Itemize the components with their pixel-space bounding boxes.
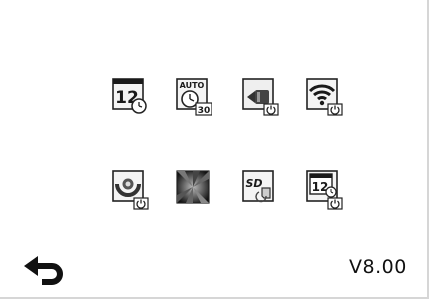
firmware-version: V8.00 <box>349 256 407 278</box>
rotate-image-button[interactable] <box>112 170 149 210</box>
auto-power-off-button[interactable]: AUTO 30 <box>176 78 212 116</box>
sd-card-format-icon: SD <box>242 170 274 203</box>
brightness-contrast-icon <box>176 170 210 204</box>
flashlight-setting-button[interactable] <box>242 78 279 116</box>
date-time-power-icon: 12 <box>306 170 343 210</box>
wifi-power-icon <box>306 78 343 116</box>
settings-screen: 12 AUTO 30 SD 12 V8.00 <box>0 0 429 299</box>
flashlight-power-icon <box>242 78 279 116</box>
rotate-image-power-icon <box>112 170 149 210</box>
timer-badge: 30 <box>198 106 211 116</box>
return-arrow-icon <box>24 256 63 285</box>
sd-label: SD <box>245 177 262 190</box>
date-time-setting-button[interactable]: 12 <box>306 170 343 210</box>
wifi-setting-button[interactable] <box>306 78 343 116</box>
brightness-setting-button[interactable] <box>176 170 212 206</box>
sd-format-button[interactable]: SD <box>242 170 278 206</box>
date-setting-button[interactable]: 12 <box>112 78 148 114</box>
auto-label: AUTO <box>180 81 205 90</box>
date-calendar-icon: 12 <box>112 78 147 114</box>
back-button[interactable] <box>22 252 66 288</box>
auto-power-off-timer-icon: AUTO 30 <box>176 78 212 116</box>
